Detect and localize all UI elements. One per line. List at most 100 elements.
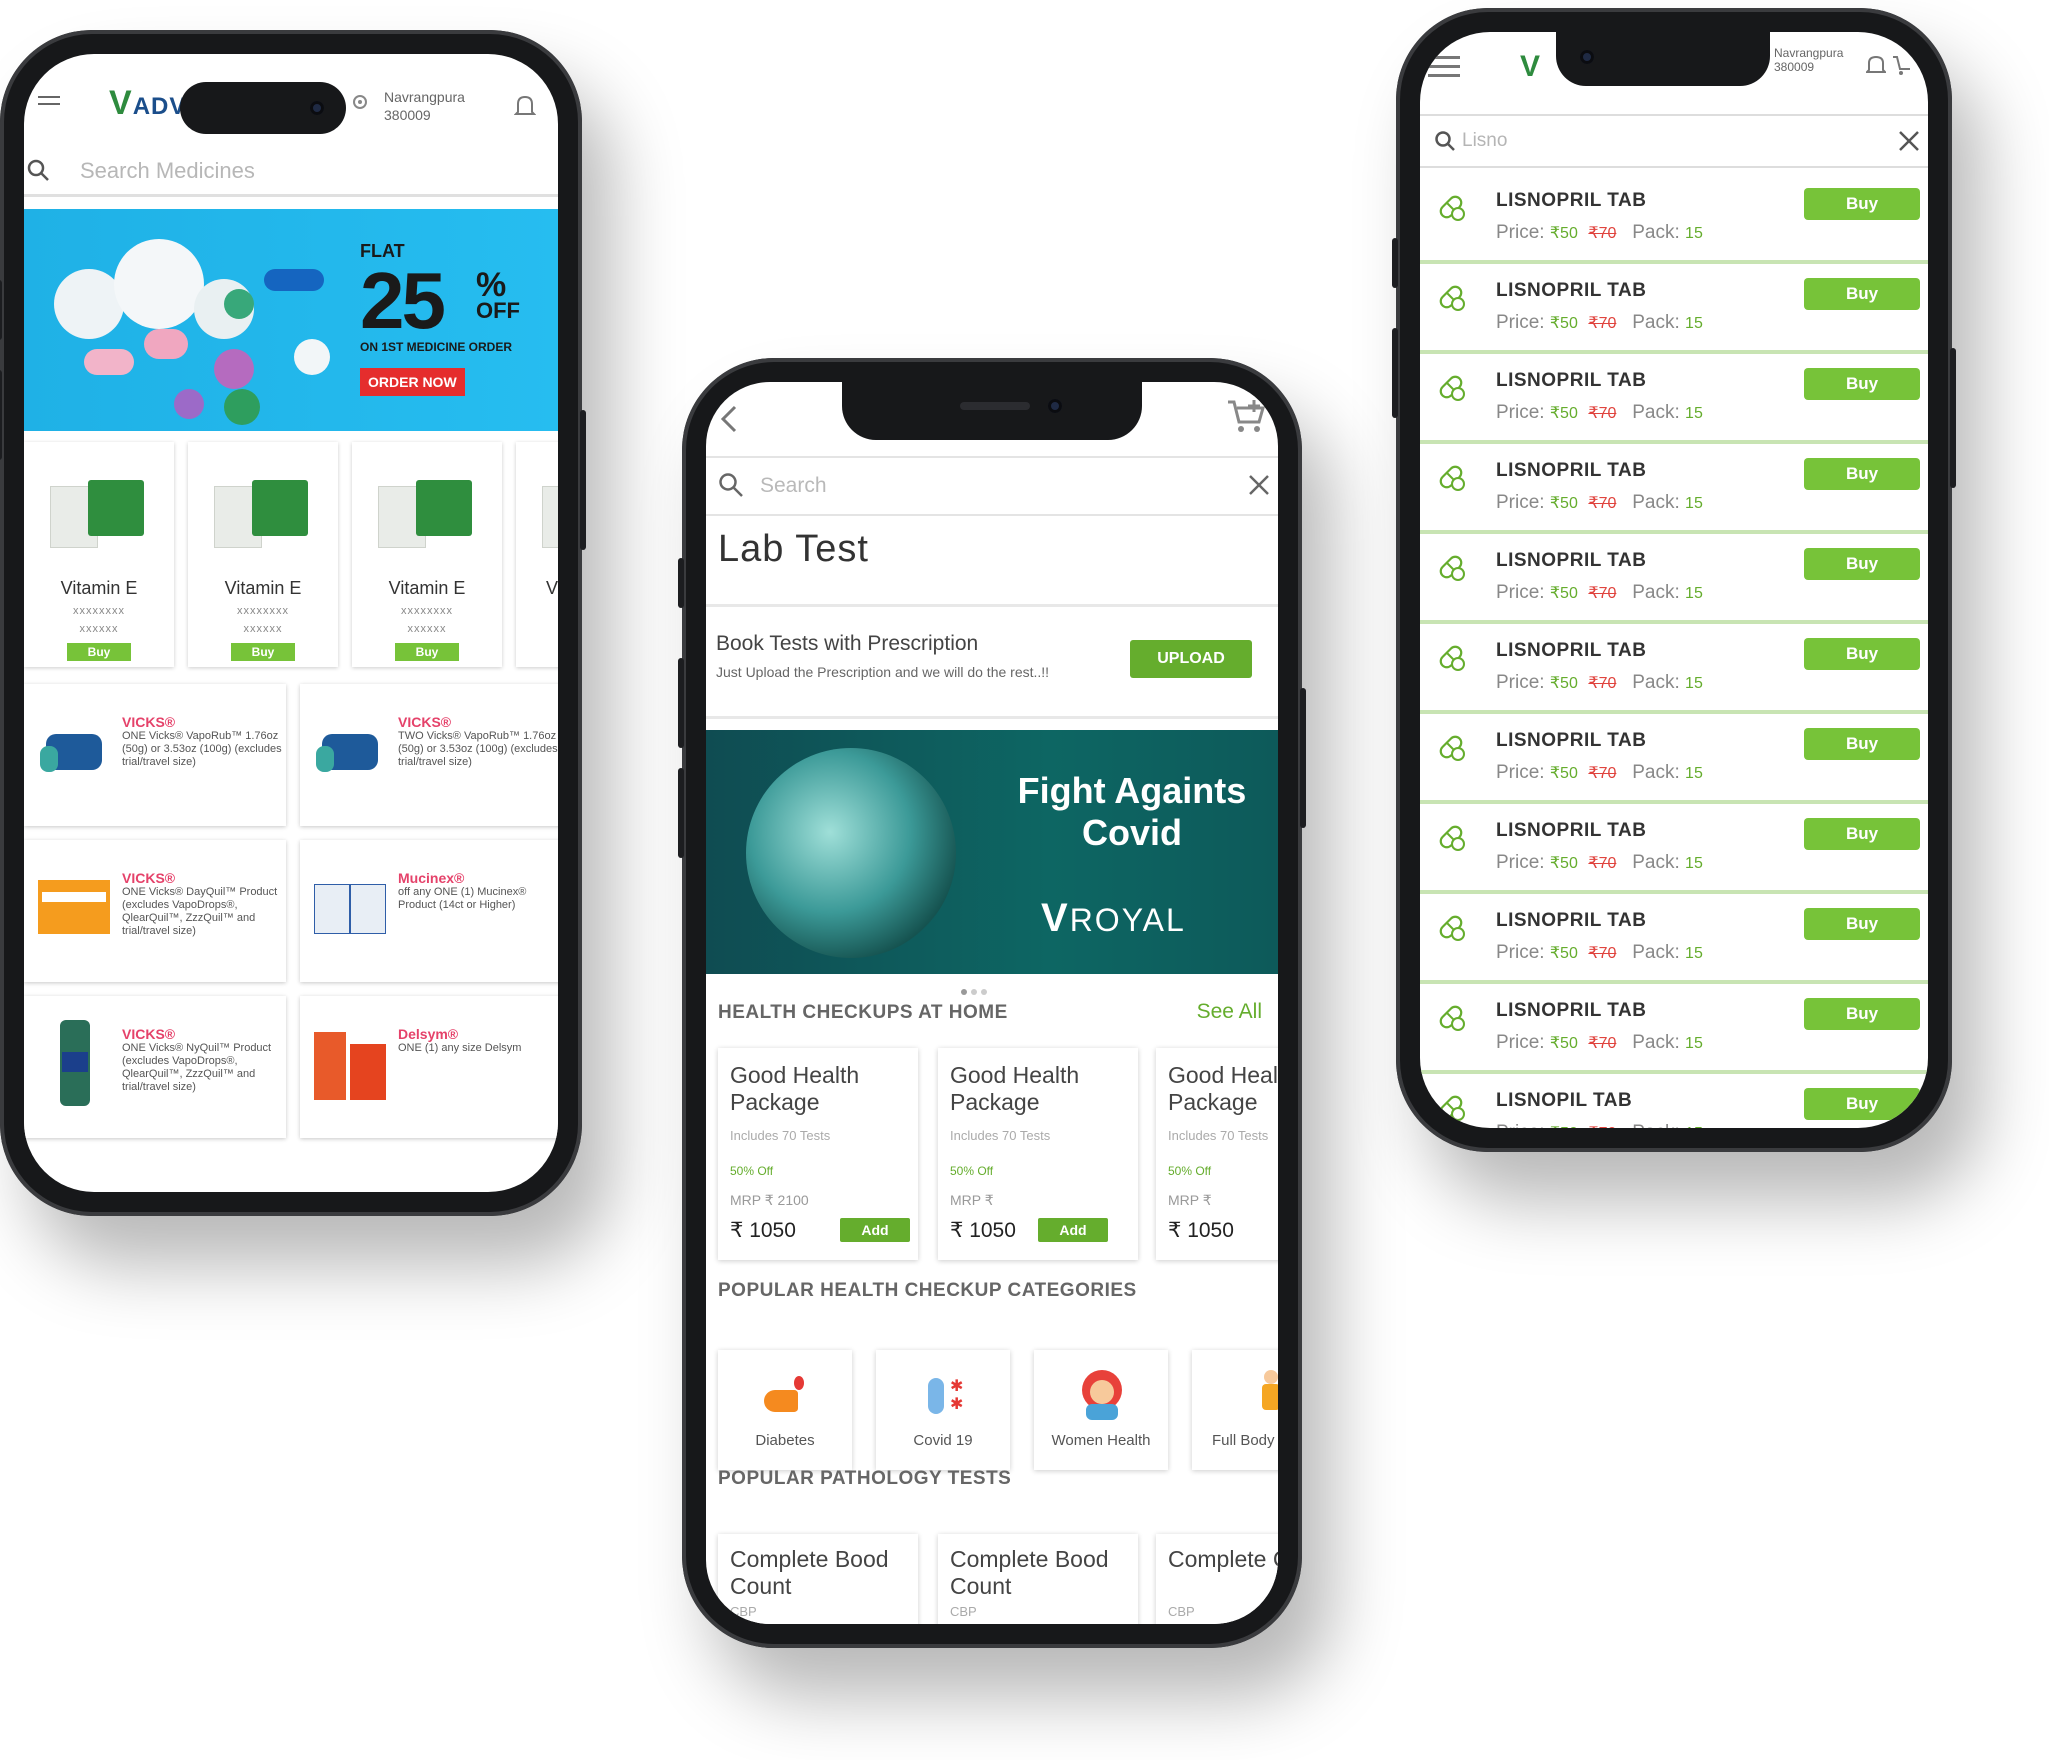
- buy-button[interactable]: Buy: [1804, 548, 1920, 580]
- package-card[interactable]: Good Health Package Includes 70 Tests 50…: [938, 1048, 1138, 1260]
- covid-banner[interactable]: Fight Againts Covid VROYAL: [706, 730, 1278, 974]
- product-detail: xxxxxxxx: [73, 605, 125, 617]
- offer-card[interactable]: VICKS® TWO Vicks® VapoRub™ 1.76oz (50g) …: [300, 684, 558, 826]
- buy-button[interactable]: Buy: [1804, 188, 1920, 220]
- pathology-card[interactable]: Complete Bood Count CBP: [718, 1534, 918, 1624]
- close-icon[interactable]: [1248, 474, 1270, 496]
- medicine-price: ₹50: [1549, 585, 1578, 602]
- back-icon[interactable]: [720, 404, 738, 434]
- order-now-button[interactable]: ORDER NOW: [360, 368, 465, 396]
- prescription-title: Book Tests with Prescription: [716, 632, 979, 655]
- medicine-row[interactable]: LISNOPRIL TAB Price: ₹50 ₹70 Pack: 15 Buy: [1420, 712, 1928, 804]
- location-label[interactable]: Navrangpura 380009: [1774, 46, 1843, 74]
- product-image: [314, 1032, 386, 1100]
- offer-card[interactable]: VICKS® ONE Vicks® VapoRub™ 1.76oz (50g) …: [24, 684, 286, 826]
- buy-button[interactable]: Buy: [395, 643, 459, 661]
- offer-card[interactable]: VICKS® ONE Vicks® NyQuil™ Product (exclu…: [24, 996, 286, 1138]
- search-bar[interactable]: Search: [706, 456, 1278, 516]
- medicine-mrp: ₹70: [1588, 1125, 1616, 1128]
- pill-icon: [1436, 462, 1466, 497]
- medicine-name: LISNOPIL TAB: [1496, 1090, 1633, 1111]
- add-button[interactable]: Add: [840, 1218, 910, 1242]
- package-mrp: MRP ₹ 2100: [730, 1192, 809, 1208]
- buy-button[interactable]: Buy: [1804, 278, 1920, 310]
- offer-description: ONE Vicks® DayQuil™ Product (excludes Va…: [122, 886, 278, 937]
- search-bar[interactable]: Search Medicines: [24, 144, 558, 197]
- buy-button[interactable]: Buy: [1804, 998, 1920, 1030]
- pathology-card[interactable]: Complete Bood Count CBP: [938, 1534, 1138, 1624]
- price-label: Price:: [1496, 492, 1545, 513]
- pill-image: [264, 269, 324, 291]
- product-card[interactable]: Vitamin E xxxxxxxx xxxxxx Buy: [188, 442, 338, 667]
- buy-button[interactable]: Buy: [1804, 638, 1920, 670]
- location-label[interactable]: Navrangpura 380009: [384, 88, 465, 124]
- medicine-row[interactable]: LISNOPRIL TAB Price: ₹50 ₹70 Pack: 15 Buy: [1420, 532, 1928, 624]
- category-card-covid[interactable]: ✱ ✱ Covid 19: [876, 1350, 1010, 1470]
- medicine-row[interactable]: LISNOPIL TAB Price: ₹50 ₹70 Pack: 15 Buy: [1420, 1072, 1928, 1128]
- pathology-card[interactable]: Complete Count CBP: [1156, 1534, 1278, 1624]
- buy-button[interactable]: Buy: [67, 643, 131, 661]
- cart-icon[interactable]: [1226, 398, 1266, 434]
- carousel-dots[interactable]: [961, 982, 991, 1000]
- bell-icon[interactable]: [514, 94, 536, 118]
- package-title: Good Health Package: [950, 1062, 1080, 1115]
- product-detail: xxxxxxxx: [237, 605, 289, 617]
- pill-image: [84, 349, 134, 375]
- category-card-diabetes[interactable]: Diabetes: [718, 1350, 852, 1470]
- divider: [706, 716, 1278, 719]
- category-card-full-body[interactable]: Full Body Check: [1192, 1350, 1278, 1470]
- product-card[interactable]: V: [516, 442, 558, 667]
- buy-button[interactable]: Buy: [1804, 818, 1920, 850]
- menu-icon[interactable]: [38, 94, 60, 114]
- side-button: [678, 658, 684, 748]
- medicine-row[interactable]: LISNOPRIL TAB Price: ₹50 ₹70 Pack: 15 Buy: [1420, 622, 1928, 714]
- pill-icon: [1436, 642, 1466, 677]
- promo-banner[interactable]: FLAT 25 % OFF ON 1ST MEDICINE ORDER ORDE…: [24, 209, 558, 431]
- add-button[interactable]: Add: [1038, 1218, 1108, 1242]
- search-input[interactable]: Lisno: [1462, 130, 1507, 152]
- medicine-price-line: Price: ₹50 ₹70 Pack: 15: [1496, 762, 1703, 784]
- offer-brand: Delsym®: [398, 1026, 459, 1042]
- buy-button[interactable]: Buy: [1804, 368, 1920, 400]
- offer-card[interactable]: VICKS® ONE Vicks® DayQuil™ Product (excl…: [24, 840, 286, 982]
- upload-button[interactable]: UPLOAD: [1130, 640, 1252, 678]
- offer-card[interactable]: Delsym® ONE (1) any size Delsym: [300, 996, 558, 1138]
- cart-icon[interactable]: [1892, 54, 1912, 76]
- medicine-row[interactable]: LISNOPRIL TAB Price: ₹50 ₹70 Pack: 15 Buy: [1420, 442, 1928, 534]
- medicine-row[interactable]: LISNOPRIL TAB Price: ₹50 ₹70 Pack: 15 Buy: [1420, 982, 1928, 1074]
- buy-button[interactable]: Buy: [231, 643, 295, 661]
- bell-icon[interactable]: [1866, 54, 1886, 76]
- side-button: [1950, 348, 1956, 488]
- search-bar[interactable]: Lisno: [1420, 114, 1928, 168]
- close-icon[interactable]: [1898, 130, 1920, 152]
- buy-button[interactable]: Buy: [1804, 1088, 1920, 1120]
- see-all-link[interactable]: See All: [1197, 1000, 1262, 1024]
- medicine-row[interactable]: LISNOPRIL TAB Price: ₹50 ₹70 Pack: 15 Buy: [1420, 802, 1928, 894]
- pill-icon: [1436, 1002, 1466, 1037]
- category-card-women-health[interactable]: Women Health: [1034, 1350, 1168, 1470]
- buy-button[interactable]: Buy: [1804, 908, 1920, 940]
- search-input[interactable]: Search: [760, 474, 827, 498]
- medicine-price: ₹50: [1549, 675, 1578, 692]
- section-title-categories: POPULAR HEALTH CHECKUP CATEGORIES: [718, 1280, 1137, 1301]
- product-image: [208, 466, 318, 556]
- medicine-row[interactable]: LISNOPRIL TAB Price: ₹50 ₹70 Pack: 15 Buy: [1420, 352, 1928, 444]
- medicine-mrp: ₹70: [1588, 585, 1617, 602]
- menu-icon[interactable]: [1428, 54, 1460, 80]
- product-carousel: Vitamin E xxxxxxxx xxxxxx Buy Vitamin E …: [24, 442, 558, 667]
- product-card[interactable]: Vitamin E xxxxxxxx xxxxxx Buy: [24, 442, 174, 667]
- buy-button[interactable]: Buy: [1804, 728, 1920, 760]
- search-input[interactable]: Search Medicines: [80, 158, 255, 184]
- medicine-mrp: ₹70: [1588, 225, 1617, 242]
- offer-card[interactable]: Mucinex® off any ONE (1) Mucinex® Produc…: [300, 840, 558, 982]
- package-discount: 50% Off: [730, 1164, 774, 1178]
- package-card[interactable]: Good Health Package Includes 70 Tests 50…: [1156, 1048, 1278, 1260]
- product-card[interactable]: Vitamin E xxxxxxxx xxxxxx Buy: [352, 442, 502, 667]
- pathology-title: Complete Count: [1168, 1546, 1278, 1572]
- medicine-row[interactable]: LISNOPRIL TAB Price: ₹50 ₹70 Pack: 15 Buy: [1420, 262, 1928, 354]
- medicine-row[interactable]: LISNOPRIL TAB Price: ₹50 ₹70 Pack: 15 Buy: [1420, 172, 1928, 264]
- medicine-row[interactable]: LISNOPRIL TAB Price: ₹50 ₹70 Pack: 15 Buy: [1420, 892, 1928, 984]
- buy-button[interactable]: Buy: [1804, 458, 1920, 490]
- pack-label: Pack:: [1632, 582, 1680, 603]
- package-card[interactable]: Good Health Package Includes 70 Tests 50…: [718, 1048, 918, 1260]
